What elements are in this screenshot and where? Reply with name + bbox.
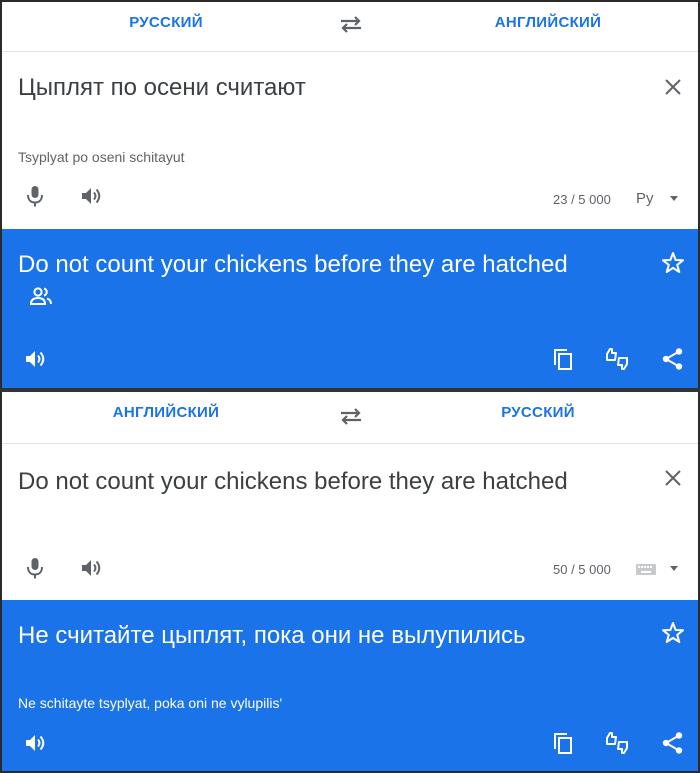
star-icon[interactable] <box>660 620 686 646</box>
translator-panel-top: РУССКИЙ АНГЛИЙСКИЙ Цыплят по осени счита… <box>2 2 698 388</box>
translation-text: Do not count your chickens before they a… <box>18 251 568 278</box>
copy-icon[interactable] <box>550 346 576 372</box>
character-counter: 23 / 5 000 <box>553 192 611 207</box>
swap-icon[interactable] <box>336 10 366 38</box>
translation-text: Не считайте цыплят, пока они не вылупили… <box>18 622 526 649</box>
speaker-icon[interactable] <box>78 555 104 581</box>
share-icon[interactable] <box>660 730 686 756</box>
translation-result: Do not count your chickens before they a… <box>2 229 698 388</box>
source-text-input[interactable]: Do not count your chickens before they a… <box>18 468 568 496</box>
speaker-icon[interactable] <box>78 183 104 209</box>
feedback-icon[interactable] <box>604 346 630 372</box>
source-language-button[interactable]: РУССКИЙ <box>96 2 236 52</box>
close-icon[interactable] <box>660 74 686 100</box>
translation-result: Не считайте цыплят, пока они не вылупили… <box>2 600 698 771</box>
chevron-down-icon[interactable] <box>670 196 678 201</box>
speaker-icon[interactable] <box>22 346 48 372</box>
community-icon[interactable] <box>28 283 54 309</box>
swap-icon[interactable] <box>336 402 366 430</box>
input-tool-button[interactable]: Py <box>636 190 654 207</box>
chevron-down-icon[interactable] <box>670 566 678 571</box>
feedback-icon[interactable] <box>604 730 630 756</box>
translator-panel-bottom: АНГЛИЙСКИЙ РУССКИЙ Do not count your chi… <box>2 392 698 771</box>
source-text-input[interactable]: Цыплят по осени считают <box>18 74 306 102</box>
microphone-icon[interactable] <box>22 183 48 209</box>
language-bar: РУССКИЙ АНГЛИЙСКИЙ <box>2 2 698 52</box>
microphone-icon[interactable] <box>22 555 48 581</box>
source-transliteration: Tsyplyat po oseni schitayut <box>18 149 185 165</box>
close-icon[interactable] <box>660 465 686 491</box>
character-counter: 50 / 5 000 <box>553 562 611 577</box>
star-icon[interactable] <box>660 250 686 276</box>
source-language-button[interactable]: АНГЛИЙСКИЙ <box>86 392 246 442</box>
translation-transliteration: Ne schitayte tsyplyat, poka oni ne vylup… <box>18 695 283 711</box>
target-language-button[interactable]: АНГЛИЙСКИЙ <box>468 2 628 52</box>
keyboard-icon[interactable] <box>634 560 658 578</box>
target-language-button[interactable]: РУССКИЙ <box>468 392 608 442</box>
language-bar: АНГЛИЙСКИЙ РУССКИЙ <box>2 392 698 444</box>
copy-icon[interactable] <box>550 730 576 756</box>
speaker-icon[interactable] <box>22 730 48 756</box>
share-icon[interactable] <box>660 346 686 372</box>
